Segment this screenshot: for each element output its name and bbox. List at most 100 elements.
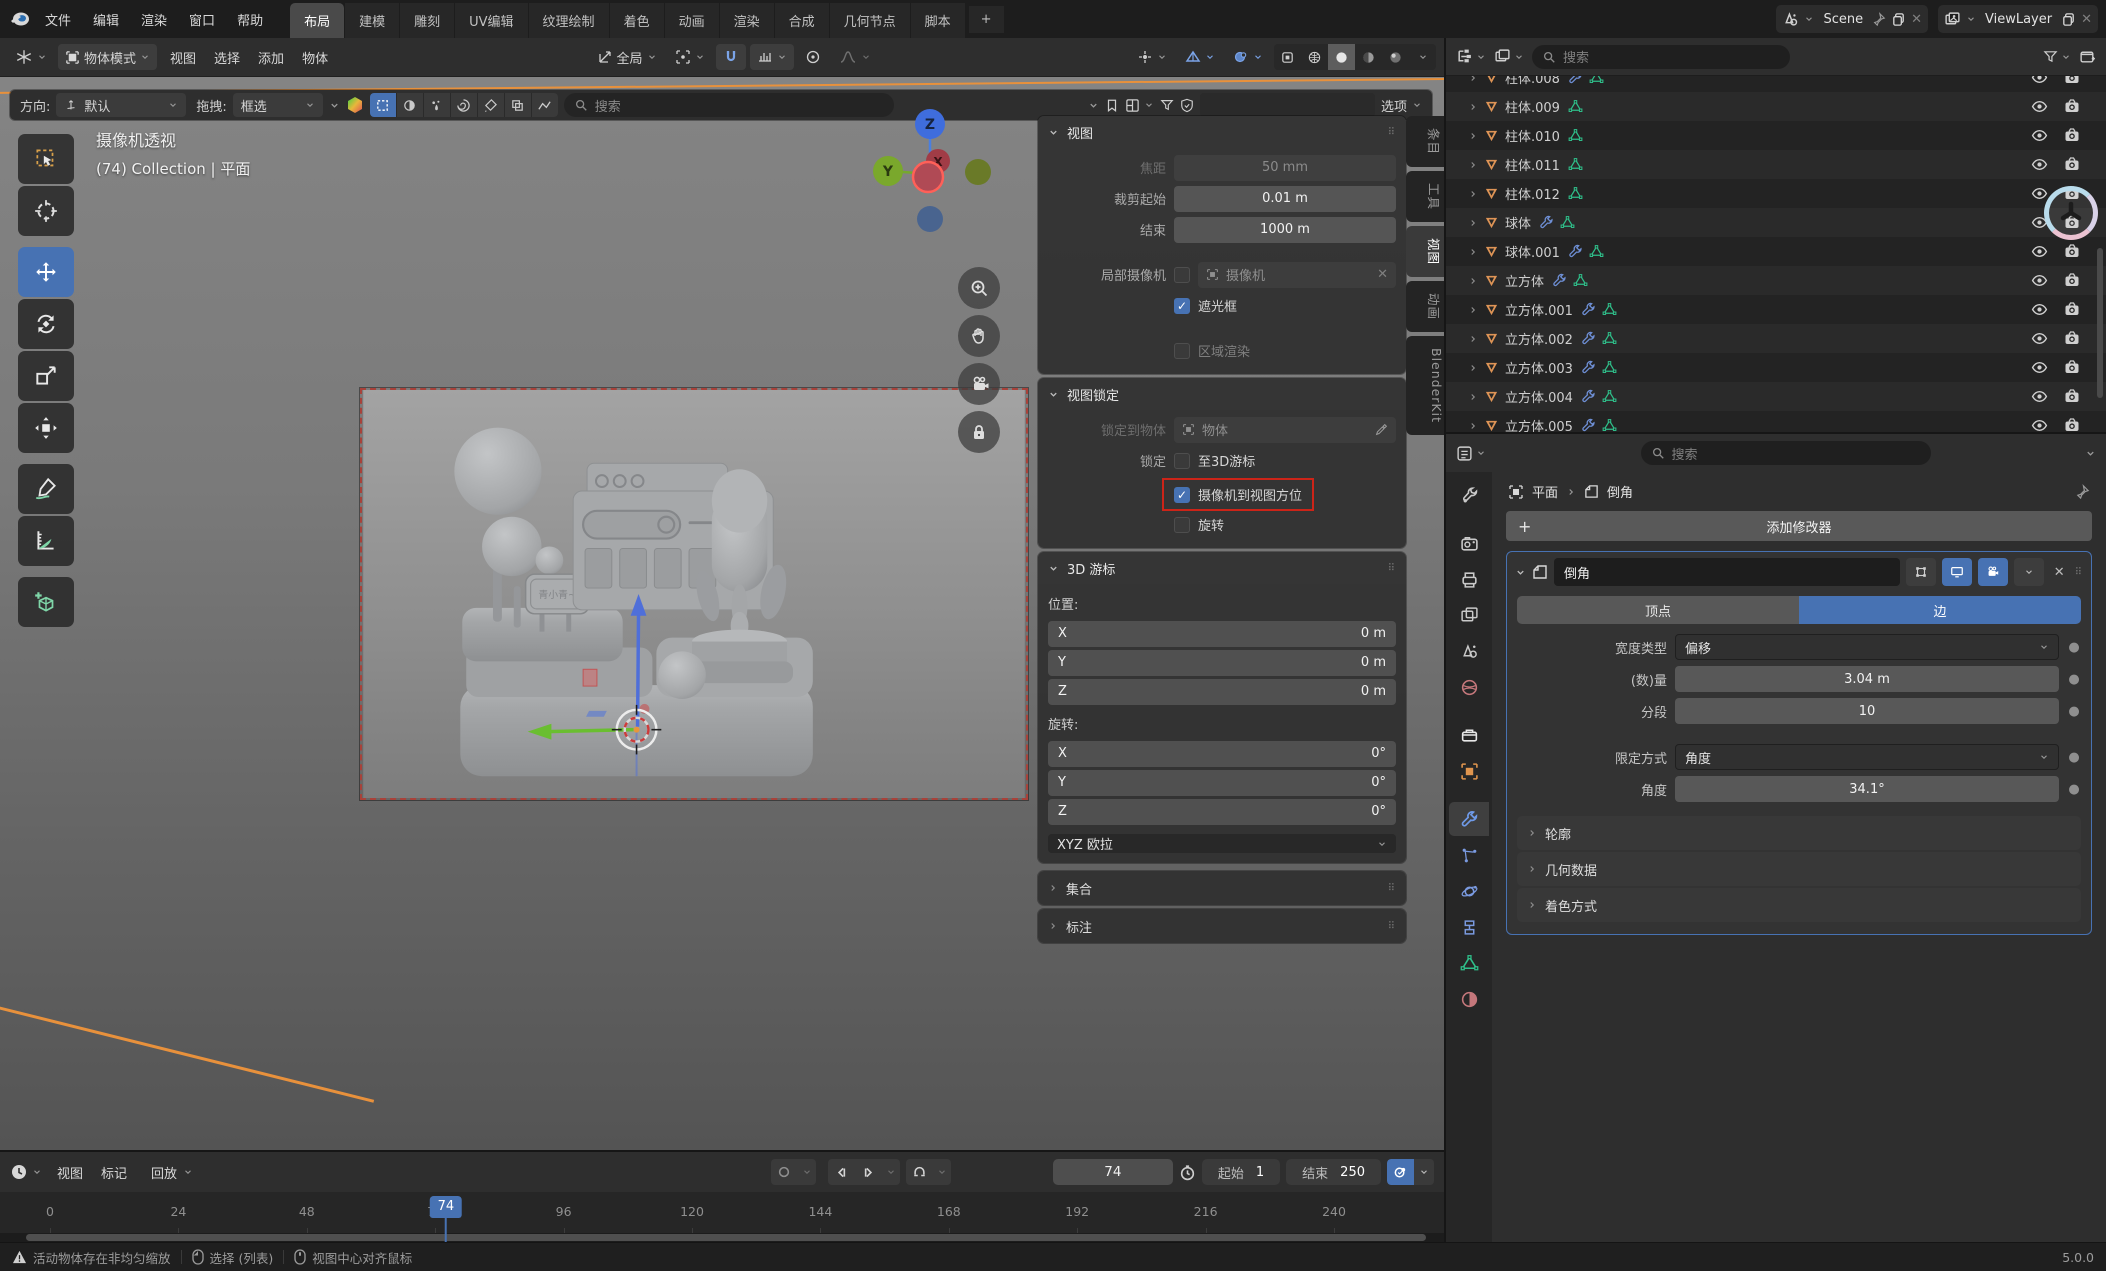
chevron-down-icon[interactable] bbox=[1515, 567, 1526, 578]
pivot-point-dropdown[interactable] bbox=[668, 44, 712, 70]
close-modifier-icon[interactable]: ✕ bbox=[2050, 565, 2069, 580]
brush-icon[interactable] bbox=[478, 93, 504, 117]
hide-eye-icon[interactable] bbox=[2031, 157, 2048, 172]
tool-transform[interactable] bbox=[18, 403, 74, 453]
show-overlays-dropdown[interactable] bbox=[1178, 44, 1222, 70]
outliner-row[interactable]: 柱体.010 bbox=[1446, 121, 2106, 150]
shading-material-icon[interactable] bbox=[1355, 44, 1382, 70]
properties-tab-tool[interactable] bbox=[1449, 478, 1489, 512]
timeline-menu-0[interactable]: 视图 bbox=[48, 1159, 92, 1186]
editor-type-button[interactable] bbox=[8, 44, 54, 70]
use-preview-range-button[interactable] bbox=[1179, 1164, 1196, 1181]
properties-search-input[interactable]: 搜索 bbox=[1641, 441, 1931, 465]
breadcrumb-object[interactable]: 平面 bbox=[1532, 482, 1558, 501]
topbar-menu-1[interactable]: 编辑 bbox=[82, 6, 130, 33]
frame-start-field[interactable]: 起始1 bbox=[1202, 1159, 1280, 1185]
outliner-row[interactable]: 立方体 bbox=[1446, 266, 2106, 295]
topbar-menu-4[interactable]: 帮助 bbox=[226, 6, 274, 33]
animate-dot-icon[interactable]: ● bbox=[2067, 750, 2081, 765]
snap-toggle-button[interactable] bbox=[716, 44, 746, 70]
viewport-canvas[interactable]: 方向: 默认 拖拽: 框选 bbox=[0, 77, 1444, 1150]
viewlayer-selector[interactable]: ViewLayer ✕ bbox=[1938, 5, 2098, 33]
workspace-layout-dropdown[interactable] bbox=[1125, 98, 1154, 113]
outliner-row[interactable]: 立方体.001 bbox=[1446, 295, 2106, 324]
disable-render-icon[interactable] bbox=[2064, 76, 2080, 85]
viewport-menu-2[interactable]: 添加 bbox=[249, 44, 293, 71]
clear-icon[interactable]: ✕ bbox=[1377, 267, 1388, 282]
box-select-icon[interactable] bbox=[370, 93, 396, 117]
hide-eye-icon[interactable] bbox=[2031, 360, 2048, 375]
outliner-row[interactable]: 柱体.008 bbox=[1446, 76, 2106, 92]
add-modifier-button[interactable]: + 添加修改器 bbox=[1506, 511, 2092, 541]
tool-move[interactable] bbox=[18, 247, 74, 297]
n-panel-tab-工具[interactable]: 工具 bbox=[1406, 171, 1444, 222]
properties-tab-physics[interactable] bbox=[1449, 874, 1489, 908]
outliner-row[interactable]: 球体.001 bbox=[1446, 237, 2106, 266]
workspace-tab[interactable]: 渲染 bbox=[720, 3, 774, 38]
lock-object-field[interactable]: 物体 bbox=[1174, 417, 1396, 443]
current-frame-marker[interactable]: 74 bbox=[430, 1196, 463, 1242]
hide-eye-icon[interactable] bbox=[2031, 389, 2048, 404]
hide-eye-icon[interactable] bbox=[2031, 76, 2048, 85]
pin-icon[interactable] bbox=[1872, 12, 1886, 26]
n-panel-tab-BlenderKit[interactable]: BlenderKit bbox=[1406, 336, 1444, 435]
n-panel-tab-动画[interactable]: 动画 bbox=[1406, 281, 1444, 332]
viewport-menu-0[interactable]: 视图 bbox=[161, 44, 205, 71]
shading-wireframe-icon[interactable] bbox=[1301, 44, 1328, 70]
collapsed-section-轮廓[interactable]: 轮廓 bbox=[1517, 816, 2081, 850]
focal-length-field[interactable]: 50 mm bbox=[1174, 155, 1396, 181]
rotation-mode-dropdown[interactable]: XYZ 欧拉 bbox=[1048, 834, 1396, 853]
timeline-menu-1[interactable]: 标记 bbox=[92, 1159, 136, 1186]
modifier-extras-dropdown[interactable] bbox=[2014, 558, 2044, 586]
n-panel-tab-视图[interactable]: 视图 bbox=[1406, 226, 1444, 277]
chevron-down-icon[interactable] bbox=[882, 1159, 900, 1185]
toggle-xray-icon[interactable] bbox=[1274, 44, 1301, 70]
expand-chevron-icon[interactable] bbox=[1468, 389, 1478, 404]
zoom-button[interactable] bbox=[958, 267, 1000, 309]
xray-dropdown[interactable] bbox=[1226, 44, 1270, 70]
outliner-scrollbar[interactable] bbox=[2097, 248, 2103, 398]
zigzag-icon[interactable] bbox=[532, 93, 558, 117]
timeline-editor-button[interactable] bbox=[10, 1163, 42, 1181]
clip-end-field[interactable]: 1000 m bbox=[1174, 217, 1396, 243]
collapsed-section-着色方式[interactable]: 着色方式 bbox=[1517, 888, 2081, 922]
local-camera-checkbox[interactable] bbox=[1174, 267, 1190, 283]
tool-select-box[interactable] bbox=[18, 134, 74, 184]
hide-eye-icon[interactable] bbox=[2031, 418, 2048, 432]
hide-eye-icon[interactable] bbox=[2031, 99, 2048, 114]
outliner-row[interactable]: 立方体.002 bbox=[1446, 324, 2106, 353]
workspace-tab[interactable]: 合成 bbox=[775, 3, 829, 38]
mode-dropdown[interactable]: 物体模式 bbox=[58, 44, 157, 70]
amount-field[interactable]: 3.04 m bbox=[1675, 666, 2059, 692]
topbar-menu-2[interactable]: 渲染 bbox=[130, 6, 178, 33]
tool-cursor[interactable] bbox=[18, 186, 74, 236]
droplets-icon[interactable] bbox=[424, 93, 450, 117]
snap-settings-dropdown[interactable] bbox=[750, 44, 794, 70]
angle-field[interactable]: 34.1° bbox=[1675, 776, 2059, 802]
tool-settings-field[interactable] bbox=[1200, 93, 1375, 117]
width-type-dropdown[interactable]: 偏移 bbox=[1675, 634, 2059, 660]
chevron-down-icon[interactable] bbox=[1088, 100, 1099, 111]
drag-dots-icon[interactable]: ⠿ bbox=[1388, 127, 1396, 138]
workspace-tab[interactable]: 建模 bbox=[345, 3, 399, 38]
breadcrumb-modifier[interactable]: 倒角 bbox=[1607, 482, 1633, 501]
outliner-row[interactable]: 立方体.005 bbox=[1446, 411, 2106, 432]
expand-chevron-icon[interactable] bbox=[1468, 331, 1478, 346]
expand-chevron-icon[interactable] bbox=[1468, 157, 1478, 172]
half-sphere-icon[interactable] bbox=[397, 93, 423, 117]
camera-view-button[interactable] bbox=[958, 363, 1000, 405]
properties-tab-output[interactable] bbox=[1449, 562, 1489, 596]
timeline-ruler[interactable]: 02448729612014416819221624074 bbox=[0, 1192, 1444, 1242]
outliner-row[interactable]: 柱体.009 bbox=[1446, 92, 2106, 121]
hide-eye-icon[interactable] bbox=[2031, 186, 2048, 201]
tool-rotate[interactable] bbox=[18, 299, 74, 349]
chevron-down-icon[interactable] bbox=[329, 100, 340, 111]
cursor-position-x-field[interactable]: X0 m bbox=[1048, 621, 1396, 647]
cursor-panel-header[interactable]: 3D 游标 ⠿ bbox=[1038, 552, 1406, 584]
falloff-dropdown[interactable] bbox=[832, 44, 878, 70]
cursor-rotation-z-field[interactable]: Z0° bbox=[1048, 799, 1396, 825]
sync-dropdown[interactable] bbox=[771, 1159, 816, 1185]
outliner-editor-button[interactable] bbox=[1456, 48, 1486, 65]
workspace-tab[interactable]: 动画 bbox=[665, 3, 719, 38]
properties-tab-view-layer[interactable] bbox=[1449, 598, 1489, 632]
